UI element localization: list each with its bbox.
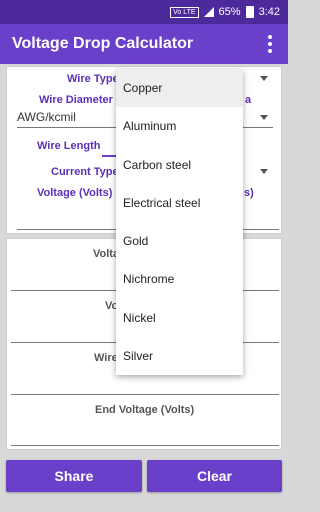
dropdown-option-nichrome[interactable]: Nichrome <box>116 260 243 298</box>
volte-icon: Vo LTE <box>170 6 199 18</box>
wire-length-label: Wire Length <box>37 140 101 152</box>
output-row3-label: Wire <box>94 352 118 364</box>
voltage-label: Voltage (Volts) <box>37 187 113 199</box>
end-voltage-label: End Voltage (Volts) <box>95 404 195 416</box>
clock: 3:42 <box>258 6 280 18</box>
output-row3-line <box>11 394 279 395</box>
dropdown-option-electrical-steel[interactable]: Electrical steel <box>116 184 243 222</box>
dropdown-option-silver[interactable]: Silver <box>116 337 243 375</box>
share-button[interactable]: Share <box>6 460 142 492</box>
current-type-dropdown-arrow-icon[interactable] <box>260 169 268 174</box>
battery-icon <box>245 6 254 18</box>
dropdown-option-nickel[interactable]: Nickel <box>116 299 243 337</box>
overflow-menu-icon[interactable] <box>262 32 278 56</box>
wire-diameter-unit-select[interactable]: AWG/kcmil <box>17 110 76 124</box>
app-bar: Voltage Drop Calculator <box>0 24 288 64</box>
app-title: Voltage Drop Calculator <box>12 35 194 52</box>
end-voltage-line <box>11 445 279 446</box>
wire-diameter-label-suffix: a <box>245 94 252 106</box>
dropdown-option-gold[interactable]: Gold <box>116 222 243 260</box>
dropdown-option-copper[interactable]: Copper <box>116 69 243 108</box>
clear-button[interactable]: Clear <box>147 460 282 492</box>
wire-type-label: Wire Type <box>67 73 119 85</box>
current-type-label: Current Type <box>51 166 119 178</box>
dropdown-option-aluminum[interactable]: Aluminum <box>116 107 243 145</box>
wire-type-dropdown-menu: Copper Aluminum Carbon steel Electrical ste… <box>116 69 243 375</box>
status-bar: Vo LTE 65% 3:42 <box>0 0 288 24</box>
wire-diameter-dropdown-arrow-icon[interactable] <box>260 115 268 120</box>
signal-icon <box>203 7 214 17</box>
wire-diameter-label: Wire Diameter S <box>39 94 124 106</box>
dropdown-option-carbon-steel[interactable]: Carbon steel <box>116 146 243 184</box>
battery-percentage: 65% <box>218 6 241 18</box>
wire-type-dropdown-arrow-icon[interactable] <box>260 76 268 81</box>
voltage-label-suffix: s) <box>244 187 254 199</box>
